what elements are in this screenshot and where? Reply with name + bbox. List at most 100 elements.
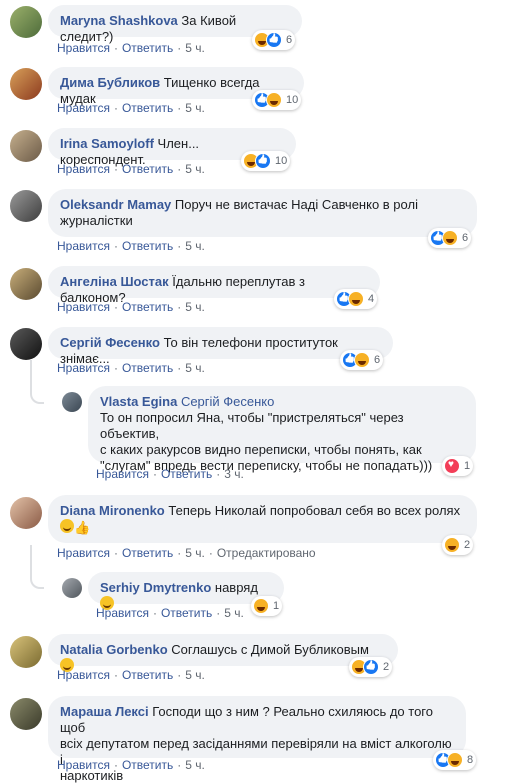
haha-icon [444, 537, 460, 553]
like-link[interactable]: Нравится [57, 101, 110, 115]
reaction-summary[interactable]: 10 [241, 151, 291, 171]
reply-link[interactable]: Ответить [122, 162, 173, 176]
comment-actions: Нравится · Ответить · 5 ч. [57, 162, 205, 176]
comment-author[interactable]: Vlasta Egina [100, 394, 177, 409]
avatar[interactable] [10, 497, 42, 529]
comment-author[interactable]: Мараша Лексі [60, 704, 149, 719]
reply-link[interactable]: Ответить [122, 668, 173, 682]
comment-author[interactable]: Oleksandr Mamay [60, 197, 171, 212]
avatar[interactable] [10, 130, 42, 162]
reply-link[interactable]: Ответить [122, 239, 173, 253]
reaction-summary[interactable]: 8 [433, 750, 477, 770]
reaction-summary[interactable]: 2 [349, 657, 393, 677]
reaction-count: 6 [374, 354, 381, 366]
reply-link[interactable]: Ответить [122, 41, 173, 55]
reaction-summary[interactable]: 10 [252, 90, 302, 110]
like-link[interactable]: Нравится [57, 300, 110, 314]
timestamp[interactable]: 5 ч. [185, 162, 205, 176]
avatar[interactable] [10, 698, 42, 730]
timestamp[interactable]: 5 ч. [224, 606, 244, 620]
avatar[interactable] [10, 636, 42, 668]
reaction-count: 6 [462, 232, 469, 244]
like-icon [363, 659, 379, 675]
comment-text-line: с каких ракурсов видно переписки, чтобы … [100, 442, 422, 457]
reply-link[interactable]: Ответить [161, 606, 212, 620]
avatar[interactable] [62, 578, 82, 598]
comment-author[interactable]: Natalia Gorbenko [60, 642, 168, 657]
avatar[interactable] [10, 328, 42, 360]
reaction-count: 2 [464, 539, 471, 551]
haha-icon [266, 92, 282, 108]
avatar[interactable] [10, 6, 42, 38]
avatar[interactable] [10, 190, 42, 222]
comment-author[interactable]: Maryna Shashkova [60, 13, 178, 28]
comment-actions: Нравится · Ответить · 5 ч. [57, 300, 205, 314]
comment-actions: Нравится · Ответить · 5 ч. [57, 668, 205, 682]
avatar[interactable] [62, 392, 82, 412]
reaction-count: 10 [275, 155, 288, 167]
comment-actions: Нравится · Ответить · 5 ч. [96, 606, 244, 620]
reaction-count: 8 [467, 754, 474, 766]
like-link[interactable]: Нравится [96, 606, 149, 620]
comment-bubble: Oleksandr Mamay Поруч не вистачає Наді С… [48, 189, 477, 237]
comment-author[interactable]: Сергій Фесенко [60, 335, 160, 350]
comment-actions: Нравится · Ответить · 3 ч. [96, 467, 244, 481]
comment-actions: Нравится · Ответить · 5 ч. · Отредактировано [57, 546, 316, 560]
timestamp[interactable]: 5 ч. [185, 300, 205, 314]
reaction-summary[interactable]: 6 [340, 350, 384, 370]
comment-actions: Нравится · Ответить · 5 ч. [57, 361, 205, 375]
reply-link[interactable]: Ответить [161, 467, 212, 481]
reaction-summary[interactable]: 1 [251, 596, 283, 616]
reaction-summary[interactable]: 4 [334, 289, 378, 309]
reply-link[interactable]: Ответить [122, 101, 173, 115]
reaction-summary[interactable]: 1 [442, 456, 474, 476]
comment-author[interactable]: Дима Бубликов [60, 75, 160, 90]
comment-author[interactable]: Ангеліна Шостак [60, 274, 169, 289]
comment-text: Поруч не вистачає Наді Савченко в ролі [174, 197, 418, 212]
timestamp[interactable]: 5 ч. [185, 546, 205, 560]
love-icon [444, 458, 460, 474]
reaction-count: 6 [286, 34, 293, 46]
reply-bubble: Vlasta Egina Сергій Фесенко То он попрос… [88, 386, 476, 473]
comment-author[interactable]: Irina Samoyloff [60, 136, 154, 151]
haha-icon [253, 598, 269, 614]
like-link[interactable]: Нравится [57, 668, 110, 682]
laughing-emoji-icon [60, 519, 74, 533]
haha-icon [354, 352, 370, 368]
thread-connector [30, 360, 44, 404]
timestamp[interactable]: 5 ч. [185, 668, 205, 682]
like-link[interactable]: Нравится [57, 546, 110, 560]
comment-text: Соглашусь с Димой Бубликовым [171, 642, 369, 657]
mention-link[interactable]: Сергій Фесенко [181, 394, 274, 409]
comment-actions: Нравится · Ответить · 5 ч. [57, 101, 205, 115]
like-link[interactable]: Нравится [96, 467, 149, 481]
timestamp[interactable]: 3 ч. [224, 467, 244, 481]
reaction-summary[interactable]: 6 [428, 228, 472, 248]
avatar[interactable] [10, 68, 42, 100]
reply-link[interactable]: Ответить [122, 361, 173, 375]
like-link[interactable]: Нравится [57, 239, 110, 253]
comment-text-line: То он попросил Яна, чтобы "пристреляться… [100, 410, 404, 441]
avatar[interactable] [10, 268, 42, 300]
like-link[interactable]: Нравится [57, 361, 110, 375]
reaction-summary[interactable]: 6 [252, 30, 296, 50]
haha-icon [447, 752, 463, 768]
comment-author[interactable]: Diana Mironenko [60, 503, 165, 518]
reaction-count: 4 [368, 293, 375, 305]
like-link[interactable]: Нравится [57, 41, 110, 55]
comment-text: Теперь Николай попробовал себя во всех р… [168, 503, 461, 518]
timestamp[interactable]: 5 ч. [185, 101, 205, 115]
timestamp[interactable]: 5 ч. [185, 239, 205, 253]
like-link[interactable]: Нравится [57, 162, 110, 176]
reaction-summary[interactable]: 2 [442, 535, 474, 555]
thumbs-up-emoji-icon: 👍 [74, 520, 91, 535]
comment-text: навряд [214, 580, 258, 595]
reaction-count: 1 [464, 460, 471, 472]
comment-author[interactable]: Serhiy Dmytrenko [100, 580, 211, 595]
reaction-count: 1 [273, 600, 280, 612]
reply-link[interactable]: Ответить [122, 300, 173, 314]
edited-label[interactable]: Отредактировано [217, 546, 316, 560]
timestamp[interactable]: 5 ч. [185, 41, 205, 55]
timestamp[interactable]: 5 ч. [185, 361, 205, 375]
reply-link[interactable]: Ответить [122, 546, 173, 560]
